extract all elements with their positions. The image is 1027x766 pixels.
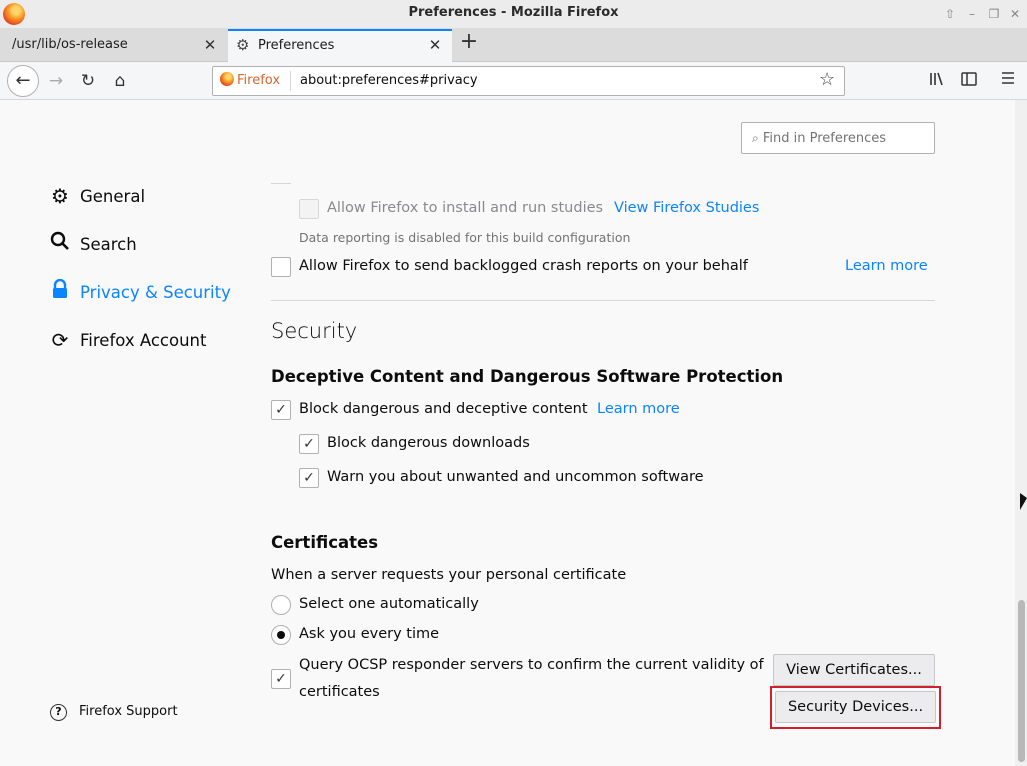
forward-arrow-icon[interactable]: → [45,70,67,92]
divider [271,172,291,184]
window-title: Preferences - Mozilla Firefox [408,5,619,20]
tab-close-icon[interactable]: ✕ [428,38,442,53]
url-text[interactable]: about:preferences#privacy [300,72,478,90]
gear-icon: ⚙ [236,36,250,54]
sidebar-toggle-icon[interactable] [958,70,980,92]
tab-os-release[interactable]: /usr/lib/os-release [0,29,227,62]
sidebar-item-label: Privacy & Security [80,283,231,302]
bookmark-star-icon[interactable]: ☆ [819,70,835,90]
highlight-box [770,686,941,729]
search-icon [48,230,72,258]
sidebar-item-general[interactable]: ⚙ General [48,182,145,210]
block-deceptive-checkbox[interactable]: ✓ [271,400,291,420]
sidebar-item-label: Firefox Account [80,331,207,350]
scrollbar-thumb[interactable] [1018,600,1025,762]
crash-reports-checkbox[interactable] [271,257,291,277]
select-automatically-label: Select one automatically [299,596,479,612]
studies-checkbox[interactable] [299,199,319,219]
ask-every-time-radio[interactable] [271,625,291,645]
block-downloads-label: Block dangerous downloads [327,435,530,451]
menu-hamburger-icon[interactable] [997,70,1019,92]
view-certificates-button[interactable]: View Certificates... [773,654,935,686]
security-heading: Security [271,319,358,343]
minimize-icon[interactable]: – [964,6,980,22]
identity-box[interactable]: Firefox [220,72,280,90]
warn-unwanted-label: Warn you about unwanted and uncommon sof… [327,469,704,485]
tab-preferences[interactable]: ⚙ Preferences [228,29,452,62]
library-icon[interactable] [926,70,948,92]
block-deceptive-label: Block dangerous and deceptive content [299,401,588,417]
sidebar-item-privacy-security[interactable]: Privacy & Security [48,278,231,306]
select-automatically-radio[interactable] [271,595,291,615]
deceptive-learn-more-link[interactable]: Learn more [597,399,680,419]
warn-unwanted-checkbox[interactable]: ✓ [299,468,319,488]
sidebar-item-label: Search [80,235,137,254]
home-icon[interactable]: ⌂ [109,70,131,92]
help-icon: ? [50,704,67,721]
section-divider [271,300,935,301]
certificates-heading: Certificates [271,533,379,552]
ask-every-time-label: Ask you every time [299,626,440,642]
find-placeholder: Find in Preferences [762,131,887,146]
data-reporting-note: Data reporting is disabled for this buil… [299,230,631,245]
tab-label: Preferences [258,38,335,53]
studies-label: Allow Firefox to install and run studies [327,200,604,216]
identity-label: Firefox [237,73,281,88]
ocsp-checkbox[interactable]: ✓ [271,669,291,689]
ocsp-label-line1: Query OCSP responder servers to confirm … [299,657,764,673]
view-firefox-studies-link[interactable]: View Firefox Studies [614,198,759,218]
gear-icon: ⚙ [51,184,69,208]
sidebar-item-search[interactable]: Search [48,230,137,258]
firefox-support-link[interactable]: ? Firefox Support [50,702,178,722]
lock-icon [48,278,72,306]
crash-learn-more-link[interactable]: Learn more [845,256,928,276]
crash-reports-label: Allow Firefox to send backlogged crash r… [299,258,748,274]
support-label: Firefox Support [79,704,178,719]
new-tab-plus-icon[interactable]: + [458,31,480,54]
close-icon[interactable]: ✕ [1007,6,1023,22]
mouse-cursor-icon [1020,493,1027,510]
tab-close-icon[interactable]: ✕ [203,38,217,53]
certificate-prompt: When a server requests your personal cer… [271,567,627,583]
tab-label: /usr/lib/os-release [12,37,128,52]
sync-icon: ⟳ [51,328,69,352]
sidebar-item-firefox-account[interactable]: ⟳ Firefox Account [48,326,207,354]
ocsp-label-line2: certificates [299,684,380,700]
firefox-icon [220,72,234,86]
search-icon: ⌕ [752,131,759,145]
reload-icon[interactable]: ↻ [77,70,99,92]
block-downloads-checkbox[interactable]: ✓ [299,434,319,454]
back-arrow-icon[interactable]: ← [7,65,39,97]
deceptive-content-heading: Deceptive Content and Dangerous Software… [271,367,784,386]
find-in-preferences-input[interactable]: ⌕ Find in Preferences [741,122,935,154]
url-divider [290,71,291,91]
sidebar-item-label: General [80,187,146,206]
restore-icon[interactable]: ❐ [986,6,1002,22]
up-icon[interactable]: ⇧ [942,6,958,22]
